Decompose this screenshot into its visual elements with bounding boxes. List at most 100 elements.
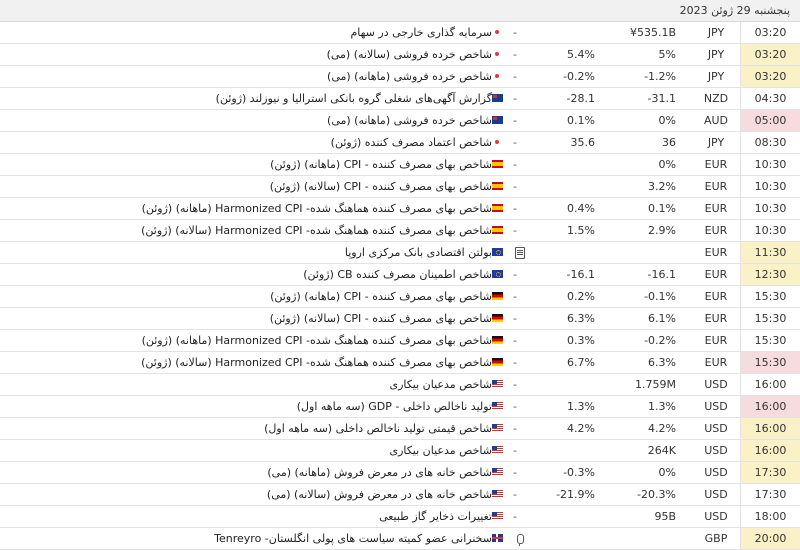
event-time: 16:00 [740,418,800,439]
microphone-icon[interactable] [513,528,527,549]
table-row[interactable]: 10:30 EUR 0% - شاخص بهای مصرف کننده - CPI (م… [0,154,800,176]
event-time: 03:20 [740,66,800,87]
forecast-value: -21.9% [556,488,595,501]
event-name[interactable]: تولید ناخالص داخلی - GDP (سه ماهه اول) [297,396,492,417]
event-name[interactable]: سخنرانی عضو کمیته سیاست های پولی انگلستا… [214,528,492,549]
table-row[interactable]: 10:30 EUR 3.2% - شاخص بهای مصرف کننده - CPI … [0,176,800,198]
table-row[interactable]: 15:30 EUR -0.2% 0.3% - شاخص بهای مصرف کننده ه… [0,330,800,352]
event-time: 16:00 [740,374,800,395]
event-name[interactable]: شاخص بهای مصرف کننده هماهنگ شده- Harmoni… [141,352,492,373]
table-row[interactable]: 11:30 EUR بولتن اقتصادی بانک مرکزی اروپا [0,242,800,264]
table-row[interactable]: 03:20 JPY 5% 5.4% - شاخص خرده فروشی (سالانه) … [0,44,800,66]
forecast-value [540,22,595,43]
japan-flag-icon [495,140,499,144]
table-row[interactable]: 18:00 USD 95B - تغییرات ذخایر گاز طبیعی [0,506,800,528]
event-name[interactable]: شاخص خانه های در معرض فروش (سالانه) (می) [267,484,492,505]
currency-code: EUR [704,268,728,281]
es-flag-icon [492,226,503,234]
event-name[interactable]: شاخص بهای مصرف کننده هماهنگ شده- Harmoni… [142,330,492,351]
actual-value [610,528,676,549]
event-time: 03:20 [740,44,800,65]
eu-flag-icon [492,270,503,278]
table-row[interactable]: 16:00 USD 264K - شاخص مدعیان بیکاری [0,440,800,462]
table-row[interactable]: 15:30 EUR 6.3% 6.7% - شاخص بهای مصرف کننده هم… [0,352,800,374]
calendar-date-header: پنجشنبه 29 ژوئن 2023 [0,0,800,22]
event-name[interactable]: شاخص خرده فروشی (ماهانه) (می) [327,66,492,87]
table-row[interactable]: 10:30 EUR 2.9% 1.5% - شاخص بهای مصرف کننده هم… [0,220,800,242]
de-flag-icon [492,292,503,300]
actual-value: 0.1% [648,202,676,215]
event-name[interactable]: شاخص بهای مصرف کننده - CPI (ماهانه) (ژوئ… [270,154,492,175]
event-name[interactable]: شاخص بهای مصرف کننده - CPI (سالانه) (ژوئ… [270,308,492,329]
table-row[interactable]: 15:30 EUR 6.1% 6.3% - شاخص بهای مصرف کننده - … [0,308,800,330]
forecast-value: 6.3% [567,312,595,325]
event-name[interactable]: شاخص مدعیان بیکاری [389,440,492,461]
table-row[interactable]: 16:00 USD 4.2% 4.2% - شاخص قیمتی تولید ناخالص… [0,418,800,440]
forecast-value [540,154,595,175]
table-row[interactable]: 17:30 USD -20.3% -21.9% - شاخص خانه های در مع… [0,484,800,506]
table-row[interactable]: 15:30 EUR -0.1% 0.2% - شاخص بهای مصرف کننده -… [0,286,800,308]
previous-value: - [513,202,517,215]
previous-value: - [513,136,517,149]
table-row[interactable]: 16:00 USD 1.3% 1.3% - تولید ناخالص داخلی - GD… [0,396,800,418]
forecast-value [540,176,595,197]
us-flag-icon [492,512,503,520]
table-row[interactable]: 05:00 AUD 0% 0.1% - شاخص خرده فروشی (ماهانه) … [0,110,800,132]
event-time: 15:30 [740,286,800,307]
eu-flag-icon [492,248,503,256]
actual-value: 2.9% [648,224,676,237]
actual-value: 6.3% [648,356,676,369]
currency-code: EUR [704,246,728,259]
event-time: 08:30 [740,132,800,153]
event-name[interactable]: بولتن اقتصادی بانک مرکزی اروپا [345,242,492,263]
es-flag-icon [492,182,503,190]
table-row[interactable]: 16:00 USD 1.759M - شاخص مدعیان بیکاری [0,374,800,396]
event-name[interactable]: شاخص مدعیان بیکاری [389,374,492,395]
table-row[interactable]: 08:30 JPY 36 35.6 - شاخص اعتماد مصرف کننده (ژ… [0,132,800,154]
actual-value: -16.1 [647,268,676,281]
event-time: 15:30 [740,308,800,329]
previous-value: - [513,268,517,281]
event-name[interactable]: شاخص خانه های در معرض فروش (ماهانه) (می) [267,462,492,483]
currency-code: USD [704,378,728,391]
previous-value: - [513,48,517,61]
event-name[interactable]: سرمایه گذاری خارجی در سهام [350,22,492,43]
currency-code: USD [704,422,728,435]
event-name[interactable]: گزارش آگهی‌های شغلی گروه بانکی استرالیا … [216,88,492,109]
event-name[interactable]: شاخص اطمینان مصرف کننده CB (ژوئن) [303,264,492,285]
actual-value: 0% [658,466,676,479]
forecast-value [540,374,595,395]
event-name[interactable]: شاخص بهای مصرف کننده هماهنگ شده- Harmoni… [141,220,492,241]
actual-value: 0% [658,114,676,127]
event-name[interactable]: شاخص خرده فروشی (سالانه) (می) [327,44,492,65]
table-row[interactable]: 10:30 EUR 0.1% 0.4% - شاخص بهای مصرف کننده هم… [0,198,800,220]
event-name[interactable]: شاخص بهای مصرف کننده - CPI (سالانه) (ژوئ… [270,176,492,197]
table-row[interactable]: 04:30 NZD -31.1 -28.1 - گزارش آگهی‌های شغلی گ… [0,88,800,110]
forecast-value [540,528,595,549]
event-name[interactable]: شاخص اعتماد مصرف کننده (ژوئن) [331,132,492,153]
event-name[interactable]: شاخص بهای مصرف کننده هماهنگ شده- Harmoni… [142,198,492,219]
table-row[interactable]: 03:20 JPY -1.2% -0.2% - شاخص خرده فروشی (ماها… [0,66,800,88]
currency-code: EUR [704,290,728,303]
event-name[interactable]: شاخص بهای مصرف کننده - CPI (ماهانه) (ژوئ… [270,286,492,307]
de-flag-icon [492,358,503,366]
event-name[interactable]: شاخص قیمتی تولید ناخالص داخلی (سه ماهه ا… [264,418,492,439]
table-row[interactable]: 17:30 USD 0% -0.3% - شاخص خانه های در معرض فر… [0,462,800,484]
de-flag-icon [492,336,503,344]
table-row[interactable]: 03:20 JPY ¥535.1B - سرمایه گذاری خارجی در سه… [0,22,800,44]
table-row[interactable]: 12:30 EUR -16.1 -16.1 - شاخص اطمینان مصرف کنن… [0,264,800,286]
document-icon[interactable] [513,242,527,263]
au-flag-icon [492,116,503,124]
forecast-value: 1.5% [567,224,595,237]
currency-code: EUR [704,224,728,237]
table-row[interactable]: 20:00 GBP سخنرانی عضو کمیته سیاست های پولی… [0,528,800,550]
forecast-value: 5.4% [567,48,595,61]
us-flag-icon [492,424,503,432]
actual-value: -0.2% [644,334,676,347]
previous-value: - [513,422,517,435]
us-flag-icon [492,446,503,454]
event-name[interactable]: شاخص خرده فروشی (ماهانه) (می) [327,110,492,131]
currency-code: USD [704,444,728,457]
previous-value: - [513,180,517,193]
us-flag-icon [492,402,503,410]
